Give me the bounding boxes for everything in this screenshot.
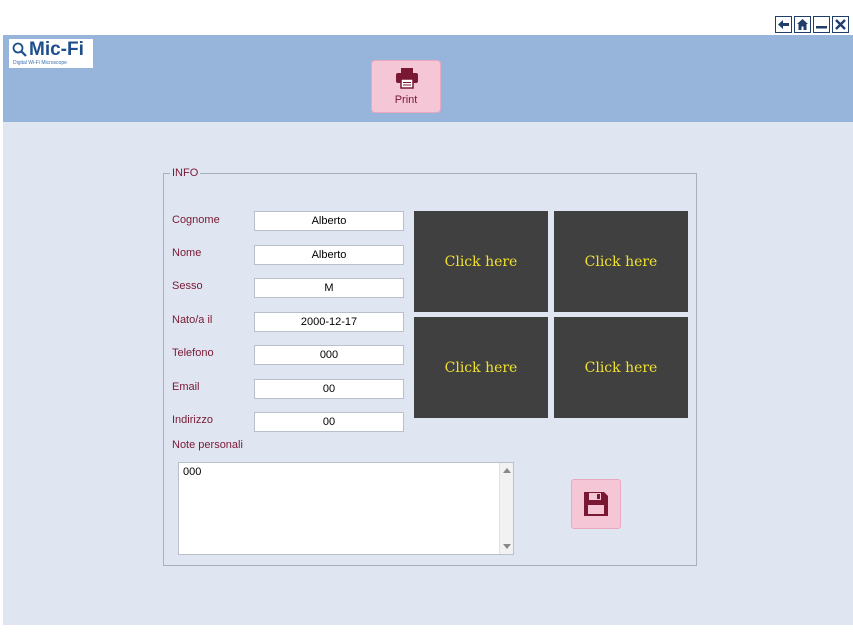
info-legend: INFO	[170, 167, 201, 179]
window-controls	[775, 16, 849, 34]
main-panel: INFO Cognome Alberto Nome Alberto Sesso …	[3, 122, 853, 625]
sex-field[interactable]: M	[254, 278, 404, 298]
save-button[interactable]	[571, 479, 621, 529]
magnifier-icon	[12, 42, 27, 57]
birthdate-label: Nato/a il	[172, 314, 213, 326]
sex-label: Sesso	[172, 280, 203, 292]
arrow-left-icon	[778, 20, 789, 29]
name-label: Nome	[172, 247, 202, 259]
close-button[interactable]	[832, 16, 849, 33]
address-field[interactable]: 00	[254, 412, 404, 432]
email-label: Email	[172, 381, 200, 393]
image-slot-1[interactable]: Click here	[414, 211, 548, 312]
phone-label: Telefono	[172, 347, 214, 359]
notes-scrollbar[interactable]	[499, 463, 513, 554]
home-icon	[797, 19, 808, 30]
printer-icon	[396, 68, 418, 89]
minimize-icon	[816, 26, 827, 29]
print-label: Print	[394, 94, 418, 106]
info-group: INFO Cognome Alberto Nome Alberto Sesso …	[163, 167, 697, 566]
top-strip	[0, 0, 853, 16]
surname-field[interactable]: Alberto	[254, 211, 404, 231]
minimize-button[interactable]	[813, 16, 830, 33]
logo-subtitle: Digital Wi-Fi Microscope	[13, 60, 67, 66]
email-field[interactable]: 00	[254, 379, 404, 399]
image-slot-4[interactable]: Click here	[554, 317, 688, 418]
close-icon	[835, 19, 846, 30]
back-button[interactable]	[775, 16, 792, 33]
name-field[interactable]: Alberto	[254, 245, 404, 265]
scroll-up-icon[interactable]	[503, 468, 511, 473]
surname-label: Cognome	[172, 214, 220, 226]
image-slot-3[interactable]: Click here	[414, 317, 548, 418]
birthdate-field[interactable]: 2000-12-17	[254, 312, 404, 332]
bottom-strip	[0, 625, 853, 640]
floppy-disk-icon	[584, 492, 608, 516]
scroll-down-icon[interactable]	[503, 544, 511, 549]
print-button[interactable]: Print	[371, 60, 441, 113]
home-button[interactable]	[794, 16, 811, 33]
logo: Mic-Fi Digital Wi-Fi Microscope	[9, 39, 93, 68]
header-bar: Mic-Fi Digital Wi-Fi Microscope Print	[3, 35, 853, 122]
logo-text: Mic-Fi	[29, 39, 84, 60]
address-label: Indirizzo	[172, 414, 213, 426]
notes-text: 000	[183, 466, 202, 478]
phone-field[interactable]: 000	[254, 345, 404, 365]
notes-label: Note personali	[172, 439, 243, 451]
notes-textarea[interactable]: 000	[178, 462, 514, 555]
image-slot-2[interactable]: Click here	[554, 211, 688, 312]
